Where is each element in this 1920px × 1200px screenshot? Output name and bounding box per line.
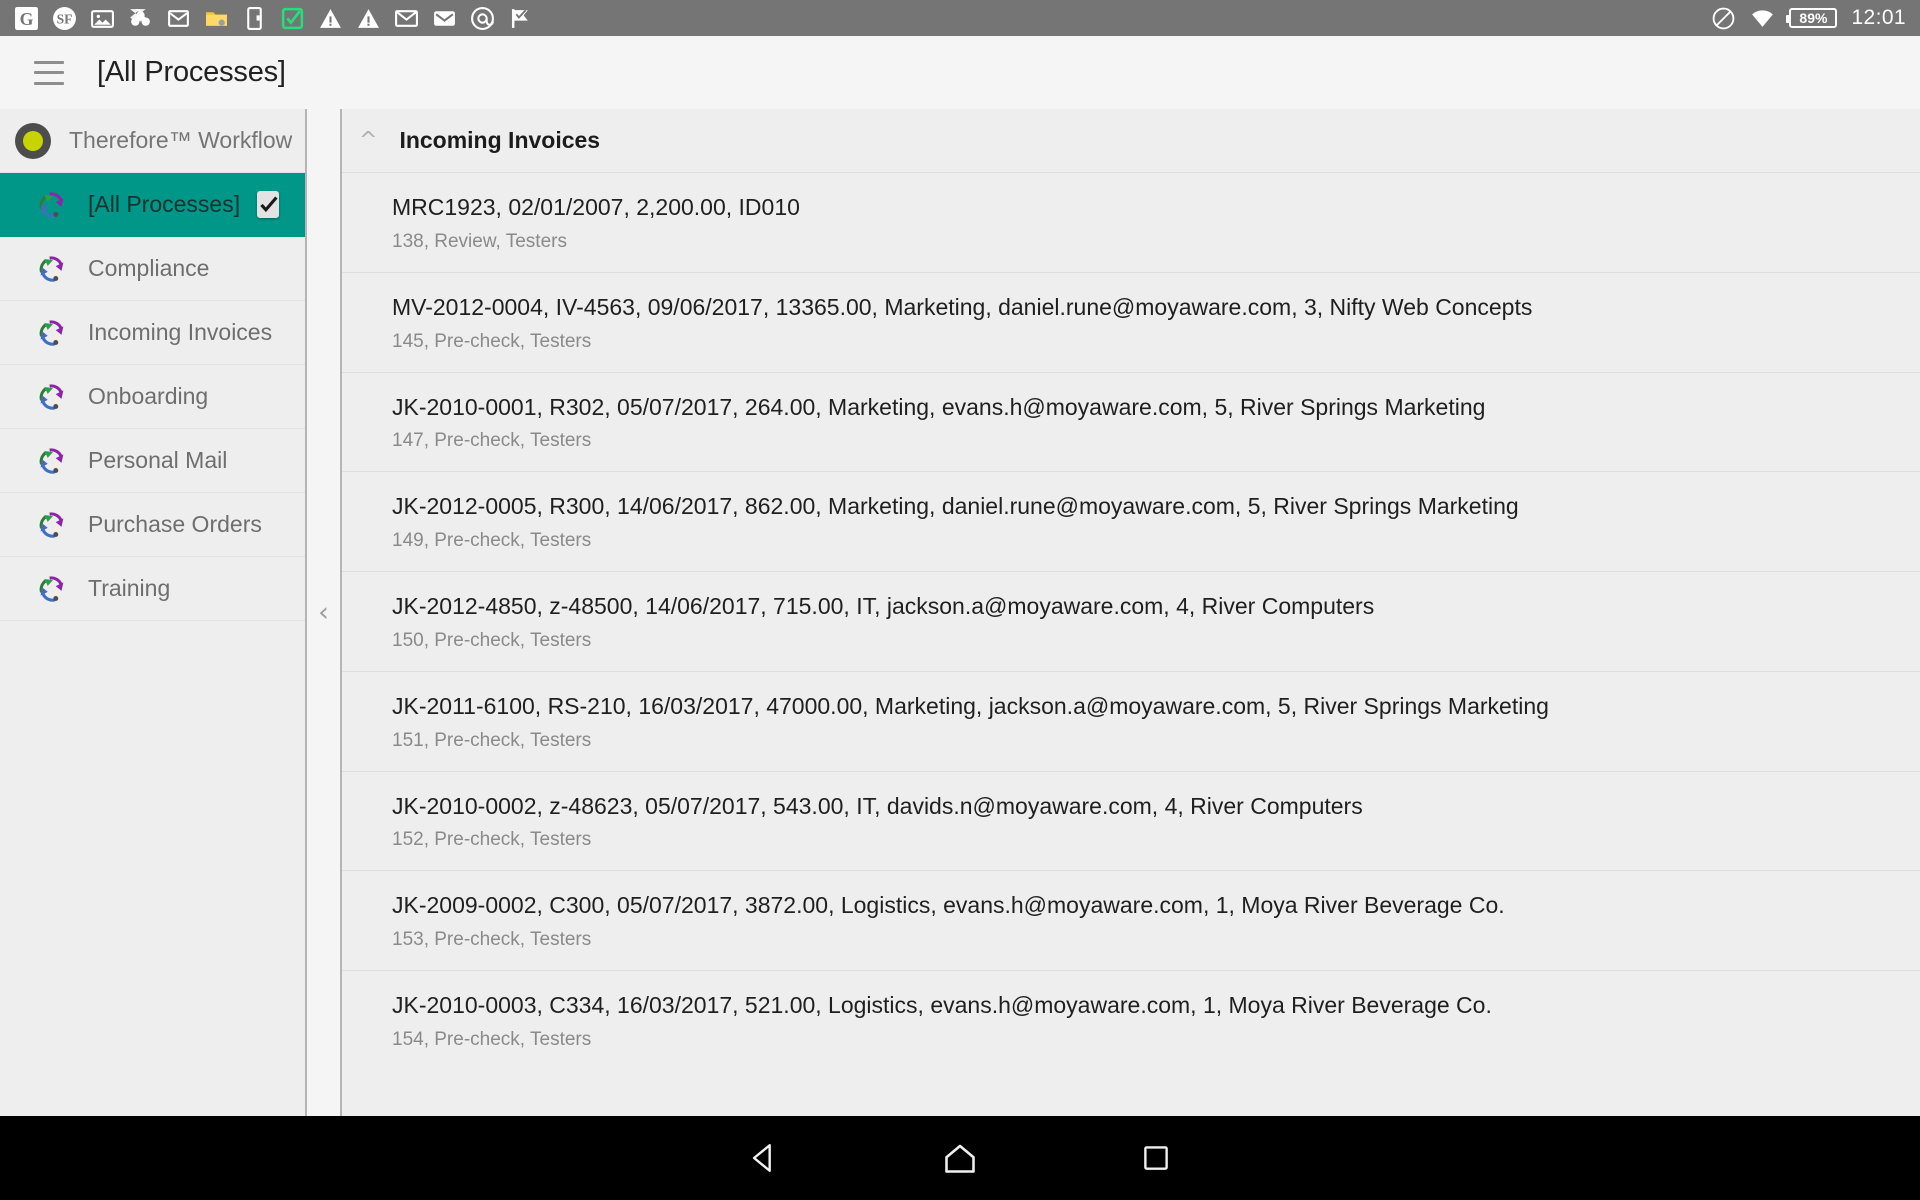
sidebar-item-purchase-orders[interactable]: Purchase Orders <box>0 493 305 557</box>
list-item-secondary: 147, Pre-check, Testers <box>392 430 592 452</box>
group-header[interactable]: ^ Incoming Invoices <box>342 109 1920 172</box>
sidebar-item-training[interactable]: Training <box>0 557 305 621</box>
sidebar-item-personal-mail[interactable]: Personal Mail <box>0 429 305 493</box>
battery-icon: 89% <box>1786 8 1838 28</box>
checkbox-green-icon <box>281 7 304 29</box>
sidebar-item-label: [All Processes] <box>88 191 241 217</box>
list-item-primary: MRC1923, 02/01/2007, 2,200.00, ID010 <box>392 194 800 220</box>
app-bar: [All Processes] <box>0 36 1920 109</box>
app-body: Therefore™ Workflow [All Processes] Comp… <box>0 109 1920 1116</box>
sidebar-item-label: Purchase Orders <box>88 511 262 537</box>
list-item[interactable]: JK-2010-0001, R302, 05/07/2017, 264.00, … <box>342 371 1920 472</box>
at-mention-icon <box>471 6 494 30</box>
android-status-bar: G SF 89% 12:01 <box>0 0 1920 36</box>
list-item-primary: JK-2010-0002, z-48623, 05/07/2017, 543.0… <box>392 792 1363 819</box>
group-title: Incoming Invoices <box>399 127 601 153</box>
sidebar-nav: [All Processes] Compliance Incoming Invo… <box>0 173 305 621</box>
list-item[interactable]: MV-2012-0004, IV-4563, 09/06/2017, 13365… <box>342 271 1920 372</box>
warning-icon <box>358 8 379 28</box>
home-circle-icon[interactable] <box>937 1135 983 1181</box>
warning-icon <box>320 8 341 28</box>
list-item-secondary: 145, Pre-check, Testers <box>392 330 592 352</box>
list-item-primary: JK-2012-4850, z-48500, 14/06/2017, 715.0… <box>392 593 1375 619</box>
sidebar-item-incoming-invoices[interactable]: Incoming Invoices <box>0 301 305 365</box>
list-item-secondary: 151, Pre-check, Testers <box>392 729 592 751</box>
list-item-secondary: 153, Pre-check, Testers <box>392 929 592 950</box>
sidebar-item-onboarding[interactable]: Onboarding <box>0 365 305 429</box>
list-item-primary: JK-2009-0002, C300, 05/07/2017, 3872.00,… <box>392 892 1505 919</box>
sidebar-item-label: Personal Mail <box>88 447 228 473</box>
email-open-icon <box>434 10 455 26</box>
therefore-logo-icon <box>15 122 51 159</box>
wifi-icon <box>1752 9 1774 27</box>
status-bar-system-icons: 89% 12:01 <box>1711 6 1906 31</box>
stumbleupon-icon: SF <box>53 6 76 30</box>
device-screen: G SF 89% 12:01 [All Processes] Therefore… <box>0 0 1920 1200</box>
workflow-icon <box>39 447 64 474</box>
sidebar-item-checkbox[interactable] <box>257 191 279 218</box>
photos-icon <box>91 9 114 28</box>
content-area: ^ Incoming Invoices MRC1923, 02/01/2007,… <box>340 109 1920 1116</box>
workflow-icon <box>39 575 64 602</box>
list-item[interactable]: JK-2011-6100, RS-210, 16/03/2017, 47000.… <box>342 670 1920 771</box>
gmail-icon <box>168 9 189 27</box>
flag-check-icon <box>511 8 528 28</box>
list-item-secondary: 150, Pre-check, Testers <box>392 629 592 651</box>
list-item[interactable]: JK-2010-0003, C334, 16/03/2017, 521.00, … <box>342 970 1920 1070</box>
workflow-icon <box>39 191 64 218</box>
battery-level: 89% <box>1799 10 1828 26</box>
mail-icon <box>395 9 418 27</box>
list-item[interactable]: MRC1923, 02/01/2007, 2,200.00, ID010 138… <box>342 172 1920 272</box>
list-item-primary: JK-2010-0003, C334, 16/03/2017, 521.00, … <box>392 992 1492 1018</box>
recents-square-icon[interactable] <box>1133 1135 1179 1181</box>
google-icon: G <box>15 6 38 30</box>
workflow-icon <box>39 255 64 282</box>
brand-header: Therefore™ Workflow <box>0 109 305 173</box>
chevron-up-icon[interactable]: ^ <box>359 129 377 152</box>
sidebar-item-label: Incoming Invoices <box>88 319 273 345</box>
list-item-primary: JK-2012-0005, R300, 14/06/2017, 862.00, … <box>392 493 1519 520</box>
workflow-icon <box>39 319 64 346</box>
list-item-secondary: 152, Pre-check, Testers <box>392 829 592 851</box>
svg-text:SF: SF <box>57 11 73 26</box>
svg-text:G: G <box>20 8 34 28</box>
list-item-secondary: 149, Pre-check, Testers <box>392 530 592 551</box>
list-item-secondary: 154, Pre-check, Testers <box>392 1028 592 1050</box>
brand-label: Therefore™ Workflow <box>69 127 293 153</box>
workflow-icon <box>39 383 64 410</box>
sidebar: Therefore™ Workflow [All Processes] Comp… <box>0 109 307 1116</box>
list-item[interactable]: JK-2009-0002, C300, 05/07/2017, 3872.00,… <box>342 870 1920 970</box>
do-not-disturb-icon <box>1713 7 1735 29</box>
process-list-panel: ^ Incoming Invoices MRC1923, 02/01/2007,… <box>340 109 1920 1116</box>
status-bar-notification-icons: G SF <box>14 6 533 31</box>
page-title: [All Processes] <box>97 56 286 88</box>
sidebar-item-all-processes[interactable]: [All Processes] <box>0 173 305 237</box>
back-triangle-icon[interactable] <box>741 1135 787 1181</box>
list-item-primary: MV-2012-0004, IV-4563, 09/06/2017, 13365… <box>392 293 1533 320</box>
folder-icon <box>206 11 227 26</box>
sidebar-item-label: Onboarding <box>88 383 209 409</box>
list-item[interactable]: JK-2012-0005, R300, 14/06/2017, 862.00, … <box>342 471 1920 571</box>
sidebar-item-label: Training <box>88 575 171 601</box>
list-item-primary: JK-2010-0001, R302, 05/07/2017, 264.00, … <box>392 393 1486 420</box>
sidebar-item-label: Compliance <box>88 255 210 281</box>
workflow-icon <box>39 511 64 538</box>
sidebar-item-compliance[interactable]: Compliance <box>0 237 305 301</box>
dropbox-icon <box>130 8 150 26</box>
check-icon <box>259 196 278 213</box>
list-item[interactable]: JK-2012-4850, z-48500, 14/06/2017, 715.0… <box>342 571 1920 671</box>
list-item[interactable]: JK-2010-0002, z-48623, 05/07/2017, 543.0… <box>342 770 1920 871</box>
device-icon <box>247 6 262 30</box>
list-item-secondary: 138, Review, Testers <box>392 230 567 252</box>
hamburger-menu-icon[interactable] <box>34 60 64 85</box>
sidebar-collapse-handle[interactable]: ‹ <box>307 109 340 1116</box>
status-bar-clock: 12:01 <box>1851 6 1906 29</box>
android-navigation-bar <box>0 1116 1920 1200</box>
list-item-primary: JK-2011-6100, RS-210, 16/03/2017, 47000.… <box>392 692 1549 719</box>
process-list: MRC1923, 02/01/2007, 2,200.00, ID010 138… <box>342 172 1920 1070</box>
chevron-left-icon: ‹ <box>318 597 329 628</box>
